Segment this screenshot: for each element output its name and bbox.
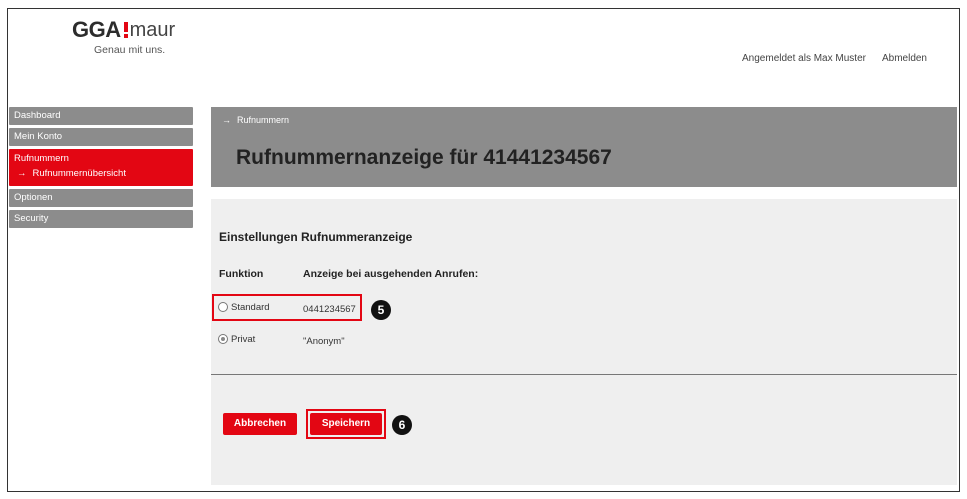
cancel-button[interactable]: Abbrechen	[223, 413, 297, 435]
option-privat[interactable]: Privat	[218, 334, 255, 345]
breadcrumb-link[interactable]: Rufnummern	[237, 115, 289, 125]
sidebar-subitem-label: Rufnummernübersicht	[32, 168, 126, 179]
option-privat-label: Privat	[231, 334, 256, 345]
sidebar-item-rufnummern-label[interactable]: Rufnummern	[14, 152, 188, 166]
option-privat-value: "Anonym"	[303, 336, 345, 347]
sidebar-item-mein-konto[interactable]: Mein Konto	[9, 128, 193, 146]
arrow-right-icon: →	[222, 115, 231, 125]
column-header-display: Anzeige bei ausgehenden Anrufen:	[303, 268, 479, 280]
logged-in-user: Angemeldet als Max Muster	[742, 53, 866, 64]
save-button[interactable]: Speichern	[310, 413, 382, 435]
user-nav: Angemeldet als Max Muster Abmelden	[742, 53, 927, 64]
page-title: Rufnummernanzeige für 41441234567	[236, 146, 612, 169]
page-header: → Rufnummern Rufnummernanzeige für 414412…	[211, 107, 957, 187]
divider	[211, 374, 957, 375]
logo-text: GGA	[72, 17, 121, 42]
sidebar-item-optionen[interactable]: Optionen	[9, 189, 193, 207]
option-standard-value: 0441234567	[303, 304, 356, 315]
logo[interactable]: GGA maur Genau mit uns.	[72, 17, 176, 57]
settings-panel: Einstellungen Rufnummeranzeige Funktion …	[211, 199, 957, 485]
sidebar-item-security[interactable]: Security	[9, 210, 193, 228]
option-standard[interactable]: Standard	[218, 302, 270, 313]
annotation-badge-6: 6	[392, 415, 412, 435]
arrow-right-icon: →	[17, 168, 27, 179]
column-header-function: Funktion	[219, 268, 264, 280]
logo-tagline: Genau mit uns.	[94, 44, 166, 56]
logo-suffix: maur	[129, 19, 176, 41]
option-standard-label: Standard	[231, 302, 270, 313]
radio-privat[interactable]	[218, 334, 228, 345]
breadcrumb: → Rufnummern	[222, 115, 289, 125]
sidebar-item-dashboard[interactable]: Dashboard	[9, 107, 193, 125]
logo-mark-icon	[123, 22, 128, 38]
sidebar-subitem-rufnummernuebersicht[interactable]: → Rufnummernübersicht	[14, 166, 188, 182]
logout-link[interactable]: Abmelden	[882, 53, 927, 64]
annotation-badge-5: 5	[371, 300, 391, 320]
sidebar-item-rufnummern[interactable]: Rufnummern → Rufnummernübersicht	[9, 149, 193, 186]
sidebar: Dashboard Mein Konto Rufnummern → Rufnumm…	[9, 107, 193, 231]
section-title: Einstellungen Rufnummeranzeige	[219, 230, 413, 244]
radio-standard[interactable]	[218, 302, 228, 313]
